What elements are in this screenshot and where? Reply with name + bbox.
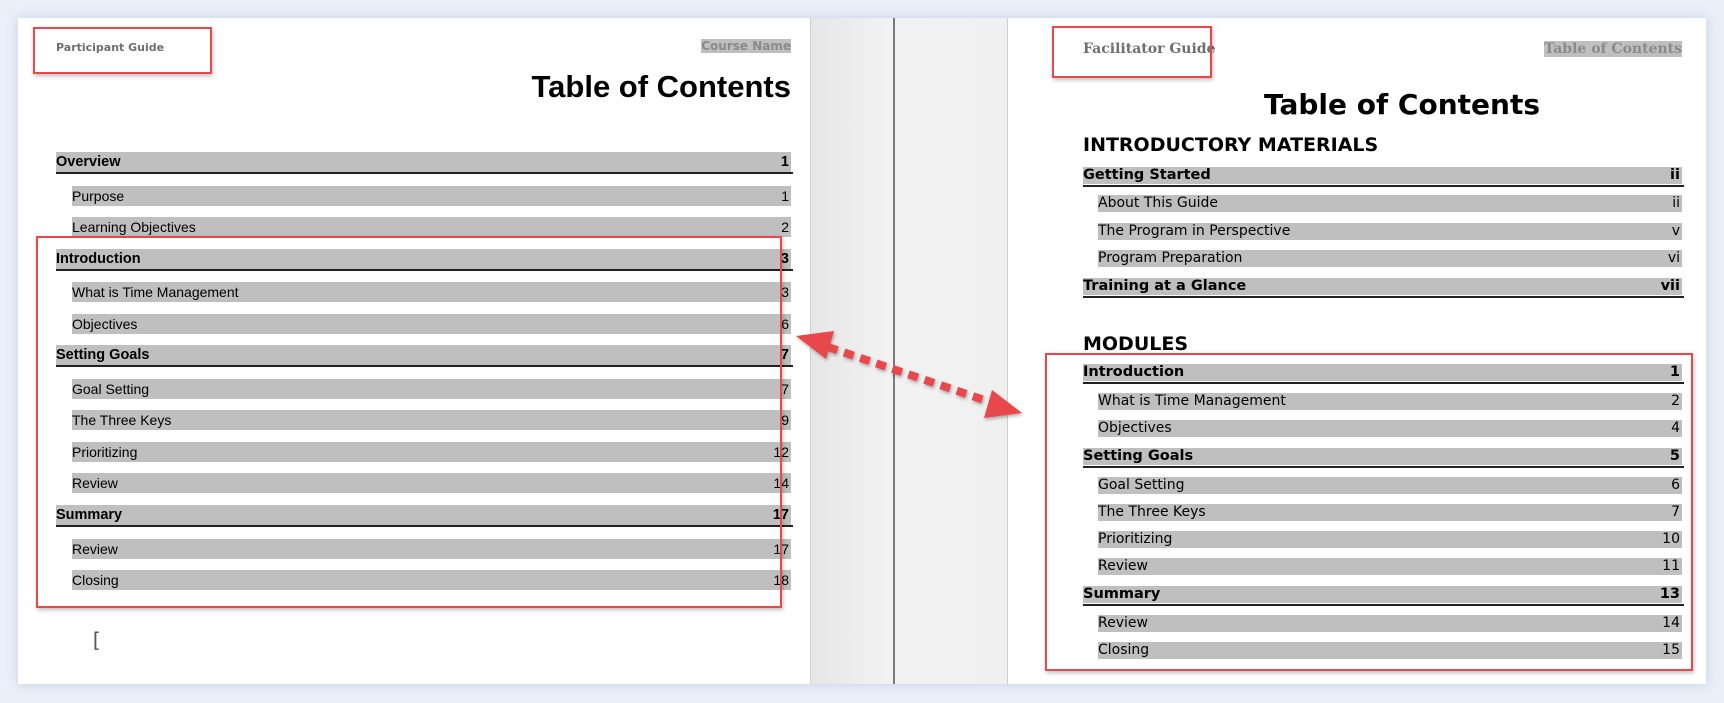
comparison-arrow-icon — [796, 331, 1022, 418]
